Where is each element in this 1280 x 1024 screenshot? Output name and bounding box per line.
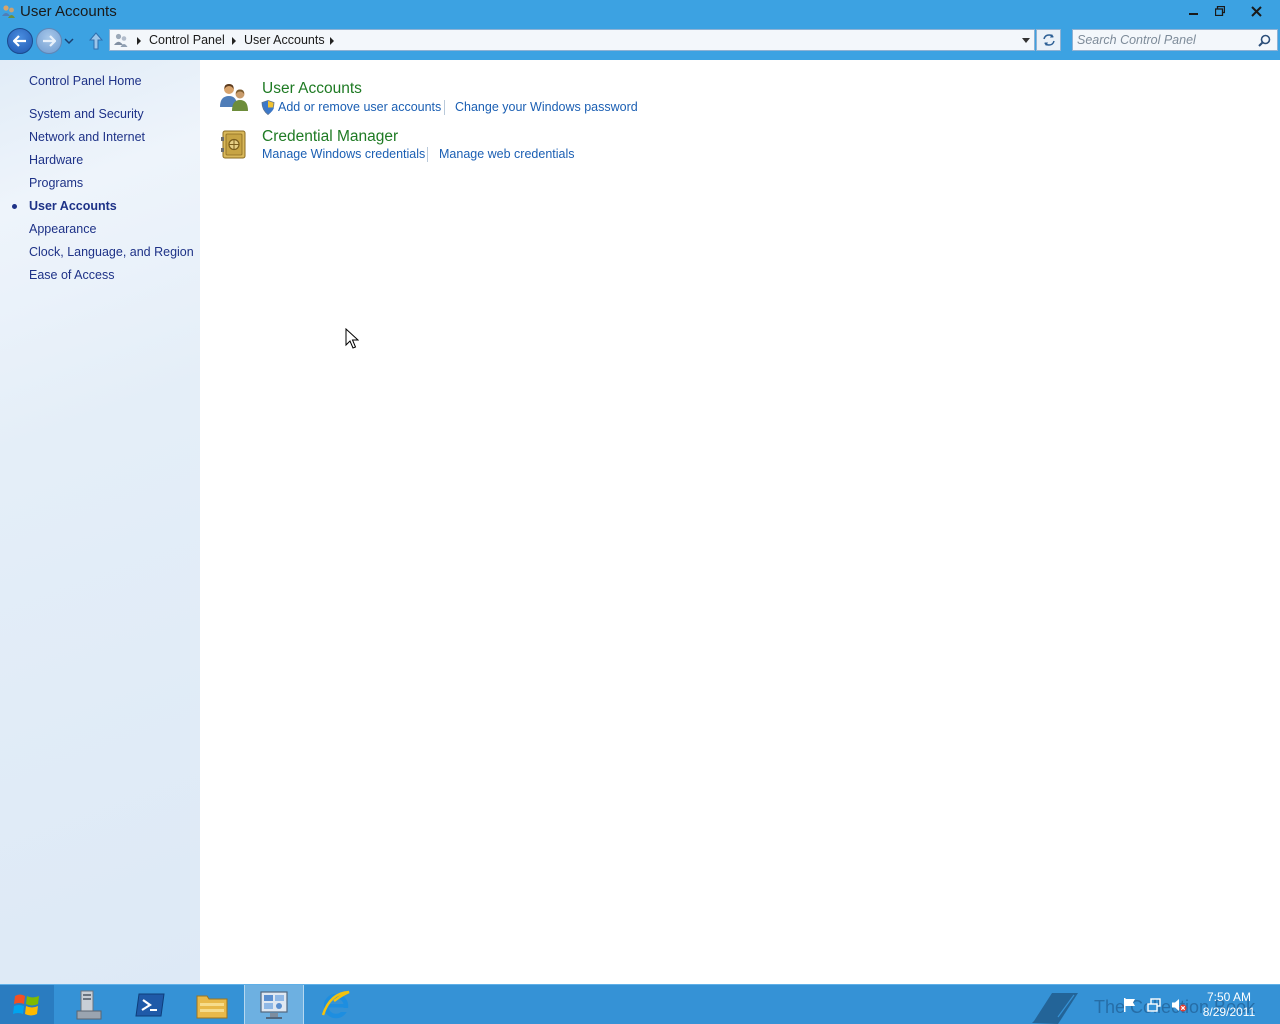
- control-panel-icon: [260, 991, 288, 1019]
- arrow-left-icon: [13, 35, 26, 47]
- address-bar[interactable]: Control Panel User Accounts: [109, 29, 1035, 51]
- window-title: User Accounts: [20, 3, 117, 20]
- taskbar-server-manager[interactable]: [58, 985, 118, 1024]
- title-bar: User Accounts: [0, 0, 1280, 24]
- start-button[interactable]: [0, 985, 54, 1024]
- sidebar-item-user-accounts[interactable]: User Accounts: [29, 199, 117, 213]
- refresh-icon: [1042, 34, 1055, 46]
- control-panel-users-icon: [114, 33, 128, 47]
- main-content: User Accounts Add or remove user account…: [200, 60, 1280, 984]
- forward-button[interactable]: [36, 28, 62, 54]
- link-change-windows-password[interactable]: Change your Windows password: [455, 100, 638, 114]
- sidebar-item-system-and-security[interactable]: System and Security: [29, 107, 144, 121]
- link-separator: [444, 100, 445, 115]
- refresh-button[interactable]: [1036, 29, 1061, 51]
- system-clock[interactable]: 7:50 AM 8/29/2011: [1196, 990, 1262, 1020]
- network-icon[interactable]: [1147, 997, 1163, 1013]
- sidebar-item-network-and-internet[interactable]: Network and Internet: [29, 130, 145, 144]
- sidebar-item-hardware[interactable]: Hardware: [29, 153, 83, 167]
- category-title-user-accounts[interactable]: User Accounts: [262, 80, 362, 98]
- windows-logo-icon: [13, 994, 39, 1016]
- up-arrow-icon[interactable]: [88, 32, 104, 50]
- speaker-muted-icon[interactable]: [1171, 997, 1187, 1013]
- link-add-remove-user-accounts[interactable]: Add or remove user accounts: [278, 100, 441, 114]
- users-icon[interactable]: [218, 80, 250, 112]
- taskbar-file-explorer[interactable]: [182, 985, 242, 1024]
- clock-time: 7:50 AM: [1206, 990, 1252, 1004]
- link-manage-windows-credentials[interactable]: Manage Windows credentials: [262, 147, 425, 161]
- search-box[interactable]: [1072, 29, 1278, 51]
- restore-icon: [1215, 6, 1225, 16]
- book-icon: [1032, 993, 1078, 1024]
- control-panel-users-icon: [2, 5, 15, 18]
- internet-explorer-icon: [321, 990, 350, 1019]
- active-item-bullet: [12, 204, 17, 209]
- uac-shield-icon: [261, 100, 275, 115]
- mouse-pointer-icon: [345, 328, 359, 349]
- flag-icon[interactable]: [1122, 997, 1138, 1013]
- sidebar-item-clock-language-region[interactable]: Clock, Language, and Region: [29, 245, 194, 259]
- navigation-bar: Control Panel User Accounts: [0, 24, 1280, 60]
- server-manager-icon: [76, 990, 102, 1020]
- taskbar: The Collection Book 7:50 AM 8/29/2011: [0, 984, 1280, 1024]
- breadcrumb-user-accounts[interactable]: User Accounts: [244, 33, 325, 47]
- taskbar-internet-explorer[interactable]: [306, 985, 366, 1024]
- link-separator: [427, 147, 428, 162]
- sidebar-item-programs[interactable]: Programs: [29, 176, 83, 190]
- minimize-button[interactable]: [1181, 0, 1207, 22]
- breadcrumb-separator-icon[interactable]: [330, 37, 334, 45]
- close-icon: [1250, 5, 1262, 17]
- sidebar-item-control-panel-home[interactable]: Control Panel Home: [29, 74, 142, 88]
- left-navigation-pane: Control Panel Home System and Security N…: [0, 60, 200, 984]
- link-manage-web-credentials[interactable]: Manage web credentials: [439, 147, 575, 161]
- taskbar-powershell[interactable]: [120, 985, 180, 1024]
- search-input[interactable]: [1077, 32, 1253, 48]
- close-button[interactable]: [1240, 0, 1272, 22]
- arrow-right-icon: [43, 35, 56, 47]
- restore-button[interactable]: [1207, 0, 1233, 22]
- sidebar-item-appearance[interactable]: Appearance: [29, 222, 96, 236]
- address-history-dropdown-icon[interactable]: [1022, 38, 1030, 43]
- back-button[interactable]: [7, 28, 33, 54]
- breadcrumb-separator-icon[interactable]: [232, 37, 236, 45]
- clock-date: 8/29/2011: [1202, 1005, 1256, 1019]
- recent-locations-dropdown-icon[interactable]: [64, 36, 74, 46]
- search-icon[interactable]: [1258, 34, 1271, 47]
- breadcrumb-control-panel[interactable]: Control Panel: [149, 33, 225, 47]
- file-explorer-icon: [196, 995, 228, 1019]
- taskbar-control-panel[interactable]: [244, 985, 304, 1024]
- vault-icon[interactable]: [218, 128, 250, 160]
- powershell-icon: [135, 993, 165, 1017]
- breadcrumb-separator-icon[interactable]: [137, 37, 141, 45]
- minimize-icon: [1189, 13, 1198, 15]
- sidebar-item-ease-of-access[interactable]: Ease of Access: [29, 268, 114, 282]
- category-title-credential-manager[interactable]: Credential Manager: [262, 128, 398, 146]
